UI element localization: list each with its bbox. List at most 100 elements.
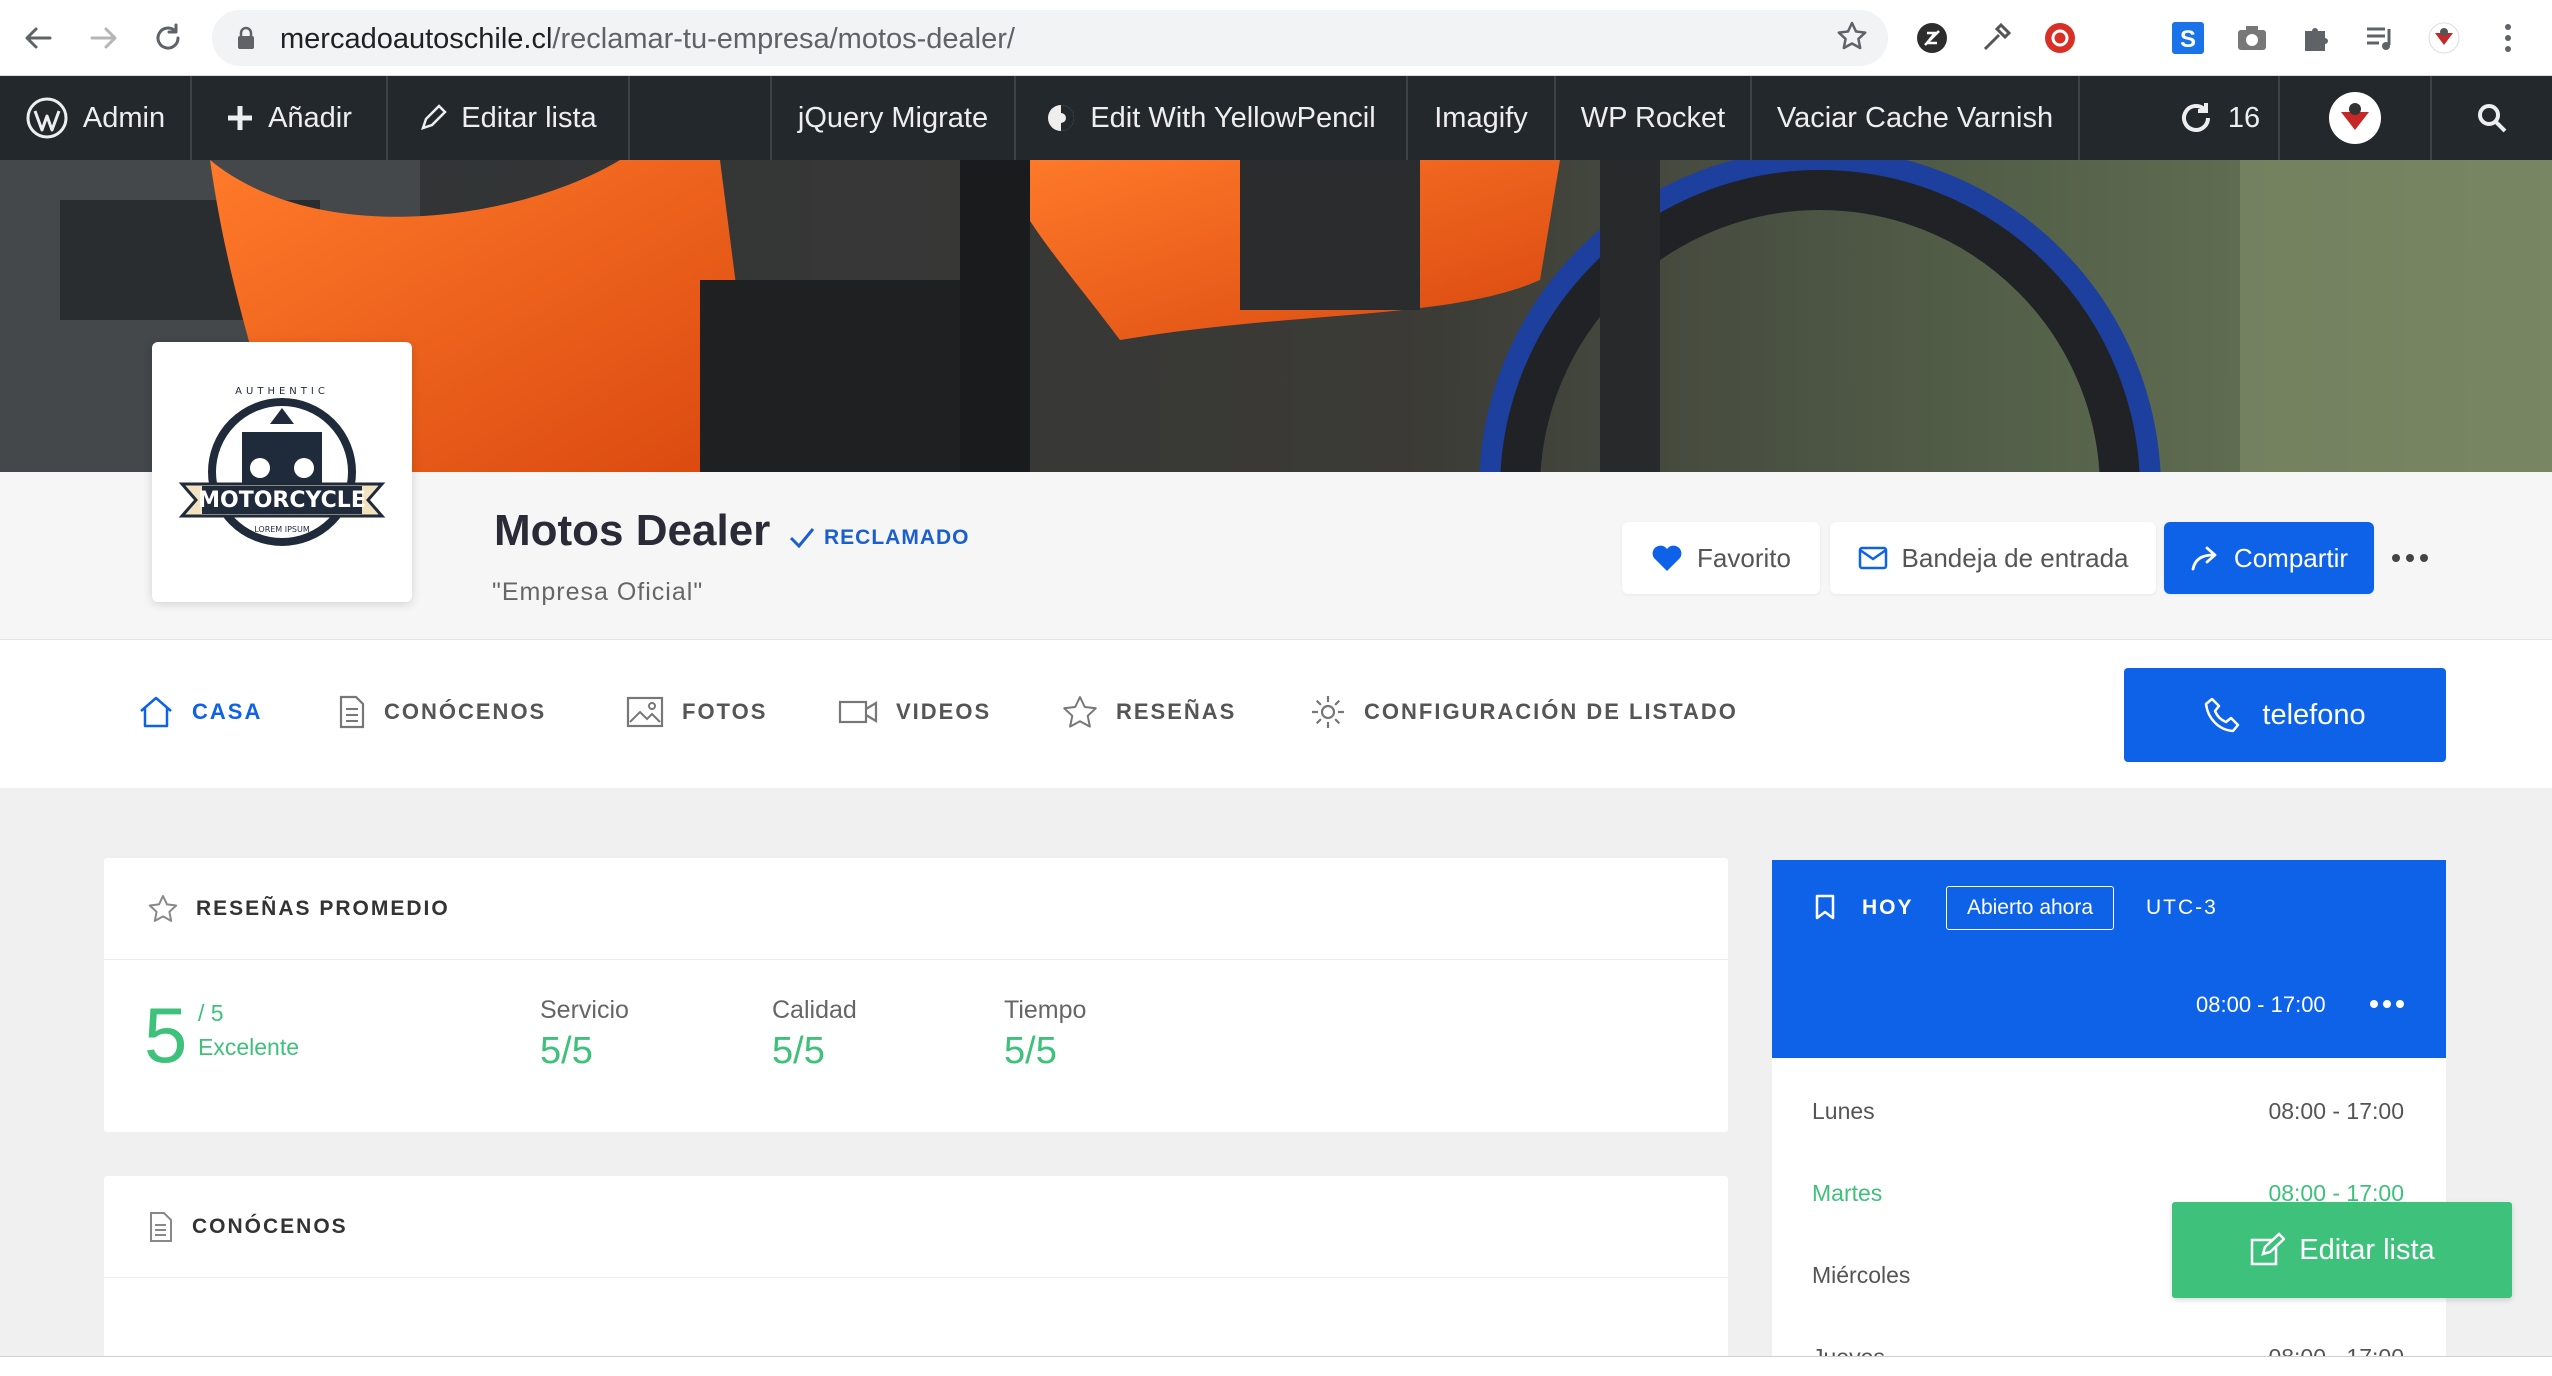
image-icon	[626, 696, 664, 728]
logo-sub-text: LOREM IPSUM	[254, 525, 310, 534]
yellowpencil-icon	[1048, 105, 1075, 131]
mail-icon	[1858, 546, 1887, 570]
url-path: /reclamar-tu-empresa/motos-dealer/	[552, 23, 1015, 55]
tab-videos-label: VIDEOS	[896, 699, 992, 724]
bookmark-star-icon[interactable]	[1836, 20, 1868, 61]
admin-bar-user[interactable]	[2280, 76, 2432, 160]
forward-arrow-icon[interactable]	[80, 14, 128, 62]
wordpress-icon	[26, 97, 68, 139]
listing-tagline: "Empresa Oficial"	[492, 578, 704, 606]
back-arrow-icon[interactable]	[14, 14, 62, 62]
avatar	[2329, 92, 2381, 144]
check-icon	[789, 528, 815, 549]
admin-bar-admin[interactable]: Admin	[0, 76, 192, 160]
reload-icon[interactable]	[144, 14, 192, 62]
tab-fotos-label: FOTOS	[682, 699, 768, 724]
edit-list-button[interactable]: Editar lista	[2172, 1202, 2512, 1298]
inbox-label: Bandeja de entrada	[1901, 542, 2129, 573]
yellowpencil-label: Edit With YellowPencil	[1090, 101, 1376, 134]
lock-icon	[238, 26, 254, 49]
admin-bar-updates[interactable]: 16	[2160, 76, 2280, 160]
extension-icon[interactable]	[1912, 18, 1952, 58]
url-text: mercadoautoschile.cl/reclamar-tu-empresa…	[280, 23, 1015, 56]
open-status-badge: Abierto ahora	[1946, 886, 2114, 930]
camera-icon[interactable]	[2232, 18, 2272, 58]
tab-conocenos[interactable]: CONÓCENOS	[338, 686, 546, 738]
document-icon	[339, 695, 365, 729]
reviews-card-header: RESEÑAS PROMEDIO	[104, 858, 1728, 960]
viewport-bottom-edge	[0, 1356, 2552, 1376]
refresh-icon	[2181, 103, 2210, 132]
tab-casa-label: CASA	[192, 699, 263, 724]
share-arrow-icon	[2191, 546, 2217, 571]
jquery-label: jQuery Migrate	[797, 101, 989, 134]
document-icon	[150, 1211, 172, 1242]
admin-bar-search[interactable]	[2432, 76, 2552, 160]
admin-bar-add[interactable]: Añadir	[192, 76, 388, 160]
metric-value-tiempo: 5/5	[1004, 1030, 1057, 1072]
timezone-label: UTC-3	[2146, 896, 2218, 919]
tab-configuracion-label: CONFIGURACIÓN DE LISTADO	[1364, 699, 1738, 724]
home-icon	[140, 696, 172, 728]
admin-bar-wp-rocket[interactable]: WP Rocket	[1556, 76, 1752, 160]
tab-resenas-label: RESEÑAS	[1116, 699, 1237, 724]
day-name: Miércoles	[1812, 1262, 1911, 1288]
profile-avatar-icon[interactable]	[2424, 18, 2464, 58]
day-name: Martes	[1812, 1180, 1883, 1206]
tab-resenas[interactable]: RESEÑAS	[1062, 686, 1236, 738]
day-hours: 08:00 - 17:00	[2268, 1098, 2404, 1124]
logo-arc-text: AUTHENTIC	[235, 386, 329, 397]
puzzle-icon[interactable]	[2296, 18, 2336, 58]
heart-icon	[1652, 545, 1682, 571]
extension-red-icon[interactable]	[2040, 18, 2080, 58]
reviews-card: RESEÑAS PROMEDIO	[104, 858, 1728, 1132]
claimed-badge: RECLAMADO	[788, 526, 970, 550]
wp-admin-bar: Admin Añadir Editar lista jQuery Migrate…	[0, 76, 2552, 160]
inbox-button[interactable]: Bandeja de entrada	[1830, 522, 2156, 594]
logo-text: MOTORCYCLE	[198, 488, 366, 513]
day-name: Lunes	[1812, 1098, 1875, 1124]
star-icon	[1063, 696, 1097, 728]
admin-bar-jquery-migrate[interactable]: jQuery Migrate	[772, 76, 1016, 160]
metric-label-tiempo: Tiempo	[1004, 996, 1087, 1024]
admin-bar-edit-list[interactable]: Editar lista	[388, 76, 630, 160]
listing-logo: MOTORCYCLE AUTHENTIC LOREM IPSUM	[152, 342, 412, 602]
tab-casa[interactable]: CASA	[138, 686, 262, 738]
share-button[interactable]: Compartir	[2164, 522, 2374, 594]
svg-text:S: S	[2180, 26, 2196, 53]
hours-more-icon[interactable]	[2370, 1000, 2404, 1008]
claimed-label: RECLAMADO	[824, 526, 970, 549]
admin-bar-imagify[interactable]: Imagify	[1408, 76, 1556, 160]
about-card-header: CONÓCENOS	[104, 1176, 1728, 1278]
admin-label: Admin	[82, 101, 166, 134]
extension-s-icon[interactable]: S	[2168, 18, 2208, 58]
search-icon	[2478, 104, 2507, 133]
url-domain: mercadoautoschile.cl	[280, 23, 553, 55]
video-camera-icon	[838, 700, 878, 724]
listing-title: Motos Dealer	[494, 506, 771, 555]
browser-menu-icon[interactable]	[2488, 18, 2528, 58]
rating-out-of: / 5	[198, 1000, 224, 1026]
phone-button[interactable]: telefono	[2124, 668, 2446, 762]
edit-icon	[2251, 1232, 2286, 1266]
today-hours: 08:00 - 17:00	[2196, 992, 2326, 1017]
phone-icon	[2205, 697, 2240, 733]
tab-configuracion[interactable]: CONFIGURACIÓN DE LISTADO	[1310, 686, 1738, 738]
add-label: Añadir	[268, 101, 352, 134]
wp-rocket-label: WP Rocket	[1580, 101, 1726, 134]
address-bar[interactable]: mercadoautoschile.cl/reclamar-tu-empresa…	[212, 10, 1888, 66]
updates-count: 16	[2227, 101, 2261, 134]
tab-videos[interactable]: VIDEOS	[838, 686, 991, 738]
tab-fotos[interactable]: FOTOS	[626, 686, 767, 738]
admin-bar-varnish[interactable]: Vaciar Cache Varnish	[1752, 76, 2080, 160]
more-options-icon[interactable]	[2390, 540, 2430, 576]
eyedropper-icon[interactable]	[1976, 18, 2016, 58]
gear-icon	[1312, 696, 1344, 728]
playlist-icon[interactable]	[2360, 18, 2400, 58]
admin-bar-empty[interactable]	[630, 76, 772, 160]
favorite-button[interactable]: Favorito	[1622, 522, 1820, 594]
hours-row-lunes: Lunes 08:00 - 17:00	[1812, 1098, 2404, 1125]
imagify-label: Imagify	[1434, 101, 1528, 134]
metric-label-servicio: Servicio	[540, 996, 629, 1024]
admin-bar-yellowpencil[interactable]: Edit With YellowPencil	[1016, 76, 1408, 160]
